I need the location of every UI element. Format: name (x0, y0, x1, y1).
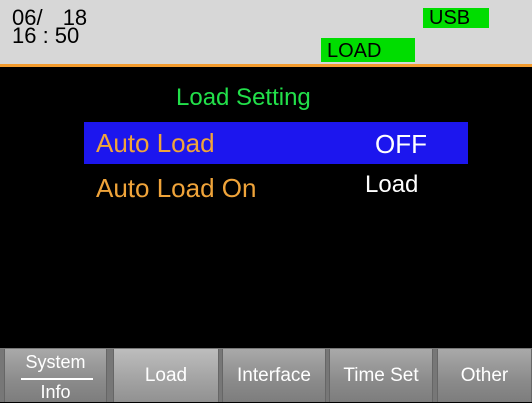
softkey-system-info[interactable]: System Info (4, 349, 107, 402)
setting-label: Auto Load On (96, 173, 257, 203)
softkey-load[interactable]: Load (113, 349, 219, 402)
page-title: Load Setting (176, 84, 311, 111)
setting-value[interactable]: Load (365, 171, 418, 199)
setting-label: Auto Load (96, 128, 215, 158)
setting-row-auto-load-on[interactable]: Auto Load On Load (84, 167, 468, 209)
status-bar: 06/ 18 16 : 50 USB LOAD (0, 0, 532, 67)
softkey-bar: System Info Load Interface Time Set Othe… (0, 348, 532, 402)
softkey-info-label: Info (40, 382, 71, 402)
load-status-badge: LOAD (321, 38, 415, 62)
usb-status-badge: USB (423, 8, 489, 28)
setting-value[interactable]: OFF (375, 129, 427, 160)
time-display: 16 : 50 (12, 23, 80, 48)
softkey-divider (21, 378, 93, 380)
main-panel: Load Setting Auto Load OFF Auto Load On … (0, 67, 532, 348)
setting-row-auto-load[interactable]: Auto Load OFF (84, 122, 468, 164)
softkey-time-set[interactable]: Time Set (329, 349, 433, 402)
softkey-system-label: System (25, 352, 86, 372)
softkey-interface[interactable]: Interface (222, 349, 326, 402)
softkey-other[interactable]: Other (437, 349, 532, 402)
